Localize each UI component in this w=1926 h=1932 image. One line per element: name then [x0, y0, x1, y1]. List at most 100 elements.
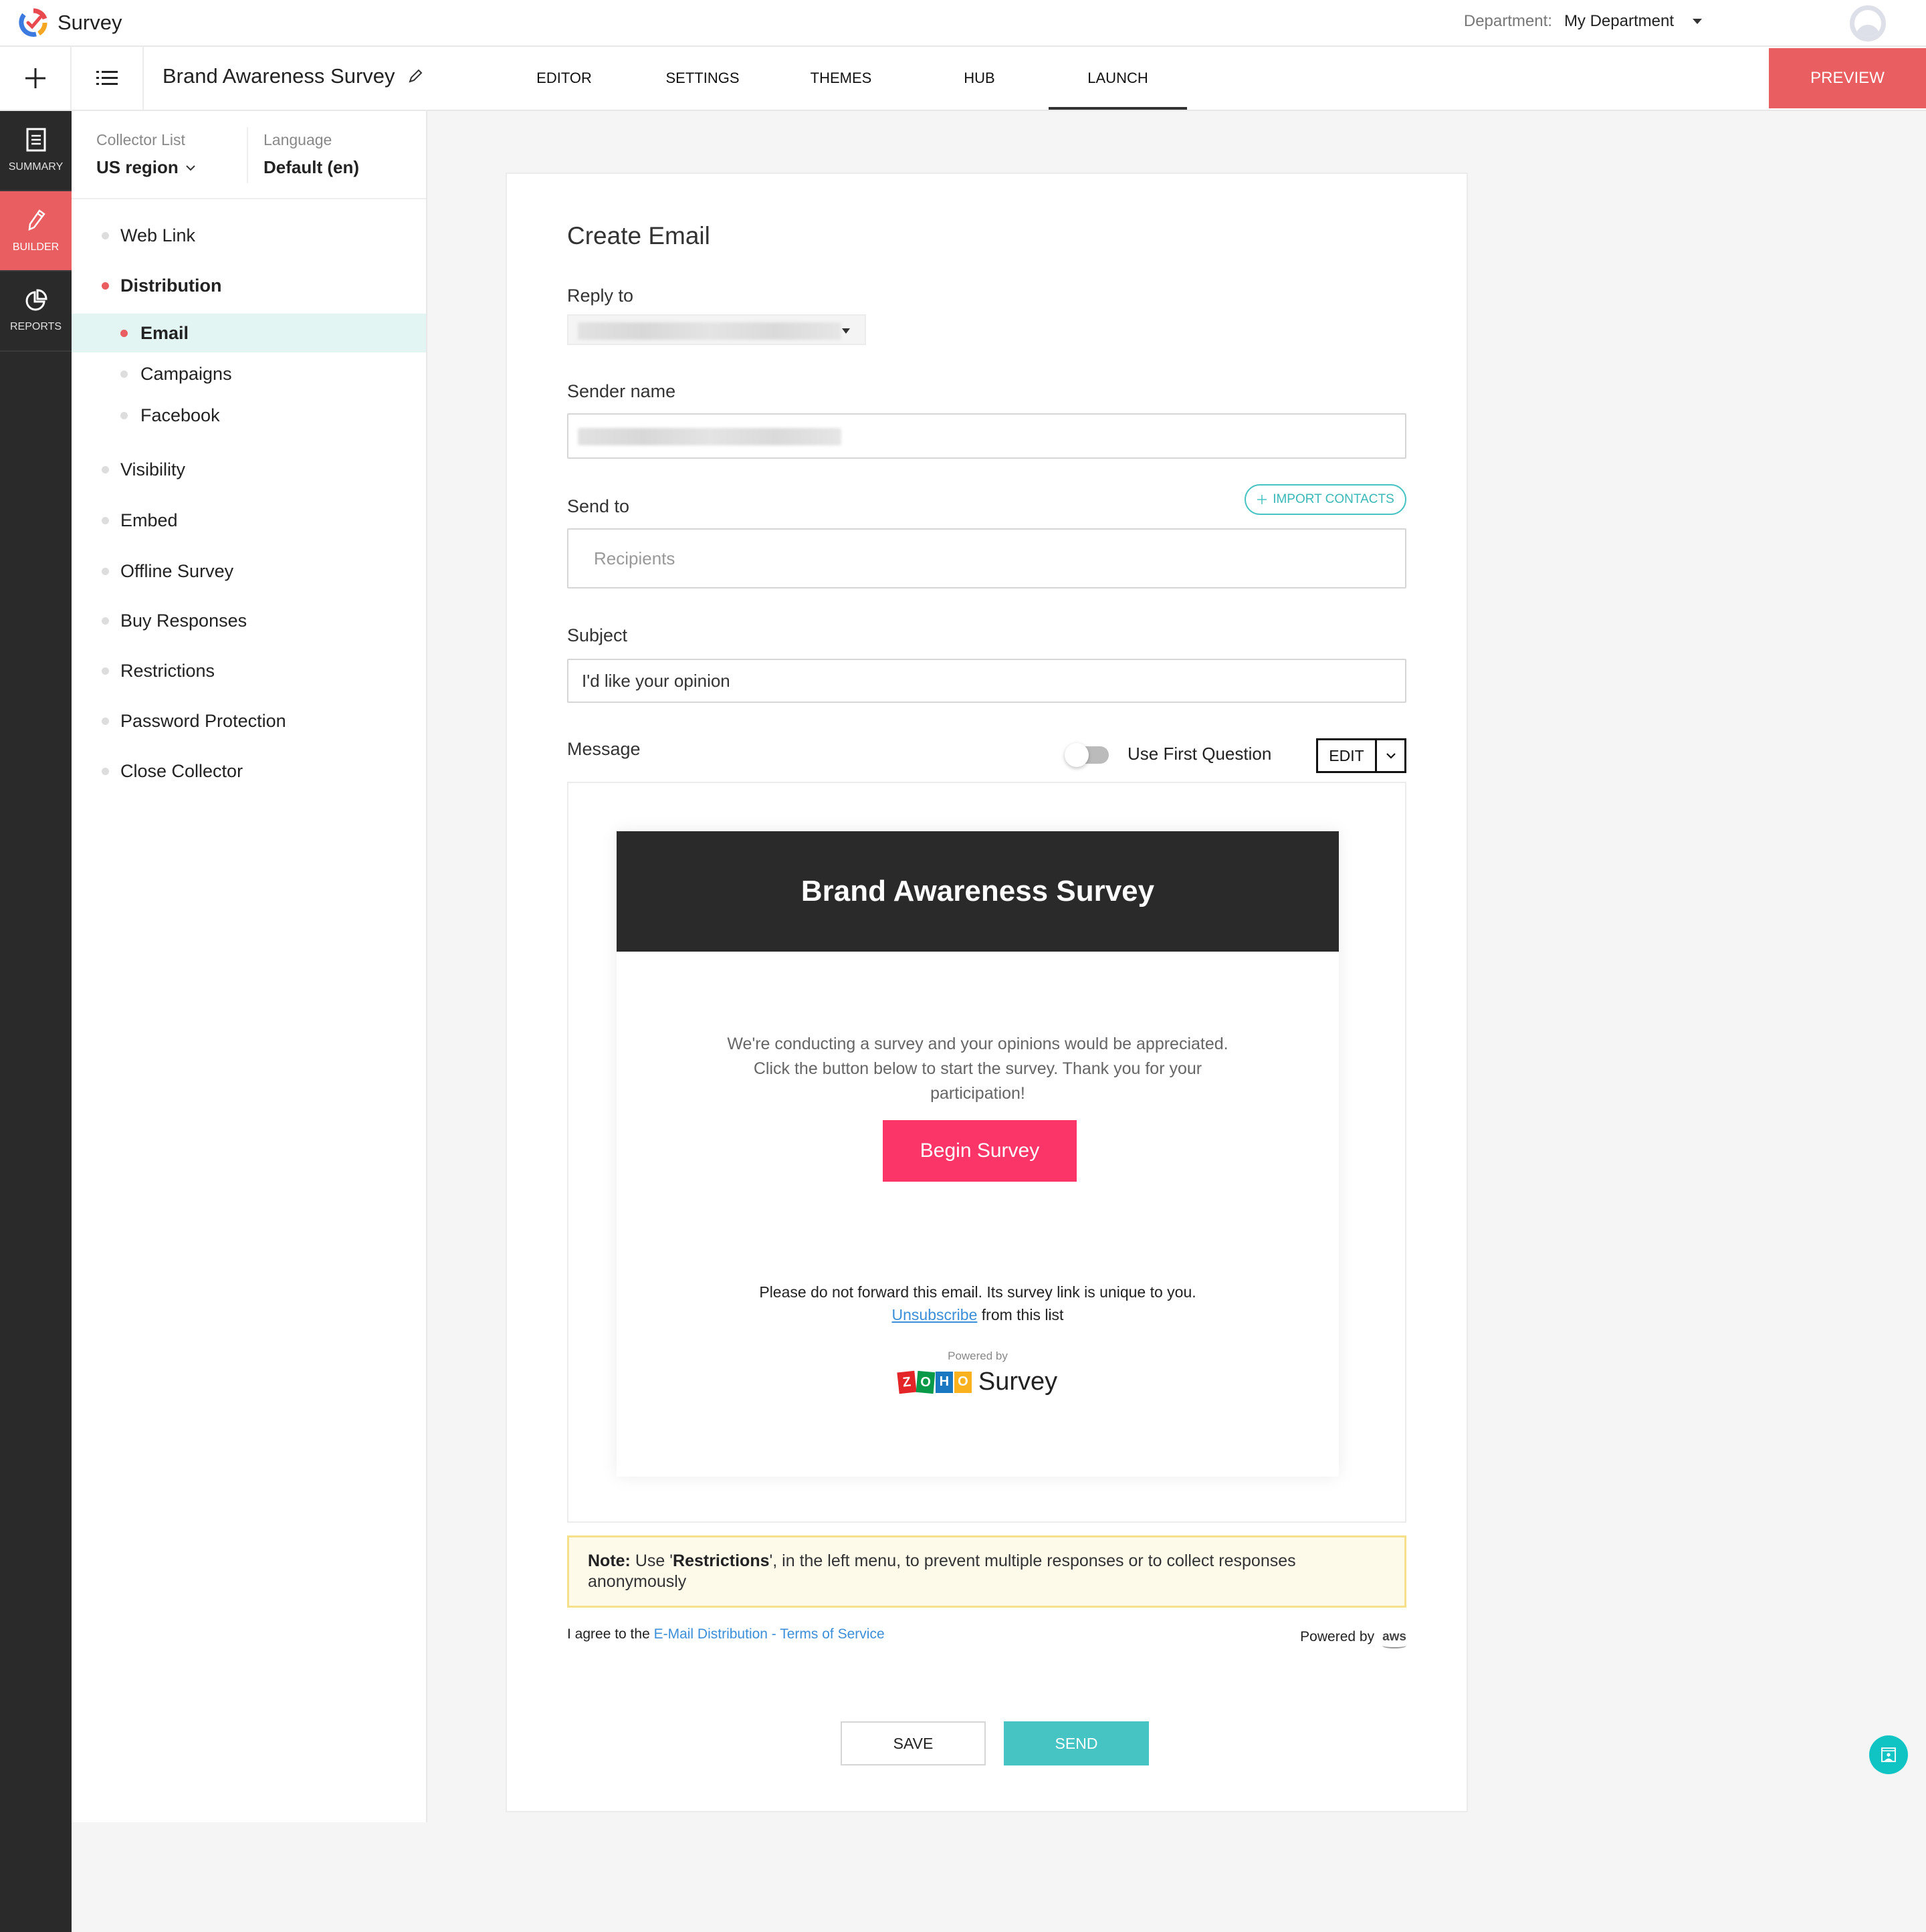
add-survey-button[interactable]	[0, 47, 72, 110]
begin-survey-button[interactable]: Begin Survey	[883, 1120, 1077, 1182]
edit-options-dropdown[interactable]	[1377, 740, 1404, 771]
import-contacts-button[interactable]: IMPORT CONTACTS	[1245, 484, 1406, 515]
department-selector[interactable]: Department: My Department	[1464, 12, 1702, 31]
bullet-icon	[102, 767, 109, 775]
rail-label-builder: BUILDER	[12, 241, 60, 253]
menu-item-visibility[interactable]: Visibility	[72, 450, 426, 489]
menu-item-close-collector[interactable]: Close Collector	[72, 752, 426, 790]
main-tabs: EDITOR SETTINGS THEMES HUB LAUNCH	[495, 47, 1187, 110]
email-preview: Brand Awareness Survey We're conducting …	[617, 831, 1339, 1477]
unsubscribe-link[interactable]: Unsubscribe	[892, 1306, 978, 1323]
sidebar-header: Collector List US region Language Defaul…	[72, 111, 426, 199]
menu-item-restrictions[interactable]: Restrictions	[72, 651, 426, 690]
header-divider	[247, 127, 248, 183]
survey-title: Brand Awareness Survey	[163, 64, 423, 88]
subject-input[interactable]: I'd like your opinion	[567, 659, 1406, 703]
top-bar: Survey Department: My Department	[0, 0, 1926, 47]
sender-name-label: Sender name	[567, 381, 676, 401]
aws-logo-icon: aws	[1382, 1630, 1406, 1648]
rail-label-summary: SUMMARY	[8, 161, 64, 173]
unsubscribe-rest: from this list	[977, 1306, 1064, 1323]
menu-item-email[interactable]: Email	[72, 314, 426, 352]
edit-message-button[interactable]: EDIT	[1318, 740, 1377, 771]
bullet-icon	[102, 617, 109, 625]
terms-agreement: I agree to the E-Mail Distribution - Ter…	[567, 1626, 885, 1642]
tab-settings[interactable]: SETTINGS	[633, 47, 772, 110]
rail-item-reports[interactable]: REPORTS	[0, 272, 72, 352]
menu-item-campaigns[interactable]: Campaigns	[72, 354, 426, 393]
powered-by-label: Powered by	[948, 1350, 1008, 1362]
bullet-icon	[120, 329, 128, 337]
redacted-email	[578, 322, 841, 340]
zoho-product-name: Survey	[978, 1368, 1058, 1396]
create-email-heading: Create Email	[567, 222, 710, 249]
menu-item-buy-responses[interactable]: Buy Responses	[72, 601, 426, 640]
menu-item-web-link[interactable]: Web Link	[72, 216, 426, 255]
document-icon	[26, 128, 45, 152]
app-name: Survey	[58, 11, 122, 34]
pencil-icon	[27, 209, 45, 231]
tab-themes[interactable]: THEMES	[772, 47, 910, 110]
subject-label: Subject	[567, 625, 628, 645]
collector-list-value: US region	[96, 157, 179, 177]
bullet-icon	[102, 282, 109, 290]
powered-by-aws: Powered by aws	[1300, 1629, 1406, 1648]
terms-of-service-link[interactable]: E-Mail Distribution - Terms of Service	[654, 1626, 885, 1642]
department-value: My Department	[1564, 12, 1674, 30]
preview-button[interactable]: PREVIEW	[1769, 48, 1926, 108]
browser-user-icon	[1881, 1747, 1896, 1762]
send-button[interactable]: SEND	[1004, 1721, 1149, 1765]
user-avatar[interactable]	[1850, 5, 1886, 41]
use-first-question-label: Use First Question	[1128, 744, 1272, 764]
edit-pencil-icon[interactable]	[407, 68, 423, 84]
message-label: Message	[567, 739, 641, 759]
zoho-survey-logo: Z O H O Survey	[617, 1368, 1339, 1396]
rail-item-summary[interactable]: SUMMARY	[0, 111, 72, 191]
menu-item-embed[interactable]: Embed	[72, 501, 426, 540]
plus-icon	[1257, 495, 1267, 504]
survey-logo-icon	[19, 8, 47, 37]
tab-hub[interactable]: HUB	[910, 47, 1049, 110]
plus-icon	[25, 68, 45, 88]
caret-down-icon	[1693, 19, 1702, 24]
email-footer: Please do not forward this email. Its su…	[617, 1281, 1339, 1326]
reply-to-label: Reply to	[567, 286, 634, 306]
recipients-input[interactable]: Recipients	[567, 528, 1406, 588]
floating-assist-button[interactable]	[1869, 1735, 1908, 1774]
save-button[interactable]: SAVE	[841, 1721, 986, 1765]
message-preview-box: Brand Awareness Survey We're conducting …	[567, 782, 1406, 1523]
email-title: Brand Awareness Survey	[617, 831, 1339, 952]
create-email-card: Create Email Reply to Sender name Send t…	[506, 173, 1468, 1812]
email-body-text: We're conducting a survey and your opini…	[727, 1035, 1228, 1103]
bullet-icon	[102, 567, 109, 575]
rail-label-reports: REPORTS	[9, 321, 62, 332]
collector-list-label: Collector List	[96, 131, 185, 148]
survey-list-button[interactable]	[72, 47, 144, 110]
send-to-label: Send to	[567, 496, 630, 516]
zoho-logo-icon: Z O H O	[897, 1370, 972, 1394]
use-first-question-toggle[interactable]	[1065, 743, 1109, 767]
language-display: Language Default (en)	[263, 131, 359, 178]
collector-list-selector[interactable]: Collector List US region	[96, 131, 196, 178]
menu-item-distribution[interactable]: Distribution	[72, 266, 426, 305]
bullet-icon	[102, 231, 109, 239]
caret-down-icon	[842, 328, 850, 334]
pie-chart-icon	[25, 289, 47, 311]
language-label: Language	[263, 131, 332, 148]
menu-item-offline-survey[interactable]: Offline Survey	[72, 552, 426, 591]
bullet-icon	[102, 516, 109, 524]
reply-to-select[interactable]	[567, 314, 866, 345]
menu-item-facebook[interactable]: Facebook	[72, 396, 426, 435]
redacted-sender-name	[578, 428, 841, 445]
bullet-icon	[120, 370, 128, 378]
language-value: Default (en)	[263, 157, 359, 177]
sender-name-input[interactable]	[567, 413, 1406, 459]
department-label: Department:	[1463, 12, 1552, 30]
tab-launch[interactable]: LAUNCH	[1049, 47, 1187, 110]
app-logo[interactable]: Survey	[19, 8, 122, 37]
left-rail: SUMMARY BUILDER REPORTS	[0, 111, 72, 1932]
rail-item-builder[interactable]: BUILDER	[0, 191, 72, 272]
tab-editor[interactable]: EDITOR	[495, 47, 633, 110]
restrictions-note: Note: Use 'Restrictions', in the left me…	[567, 1535, 1406, 1608]
menu-item-password-protection[interactable]: Password Protection	[72, 702, 426, 740]
